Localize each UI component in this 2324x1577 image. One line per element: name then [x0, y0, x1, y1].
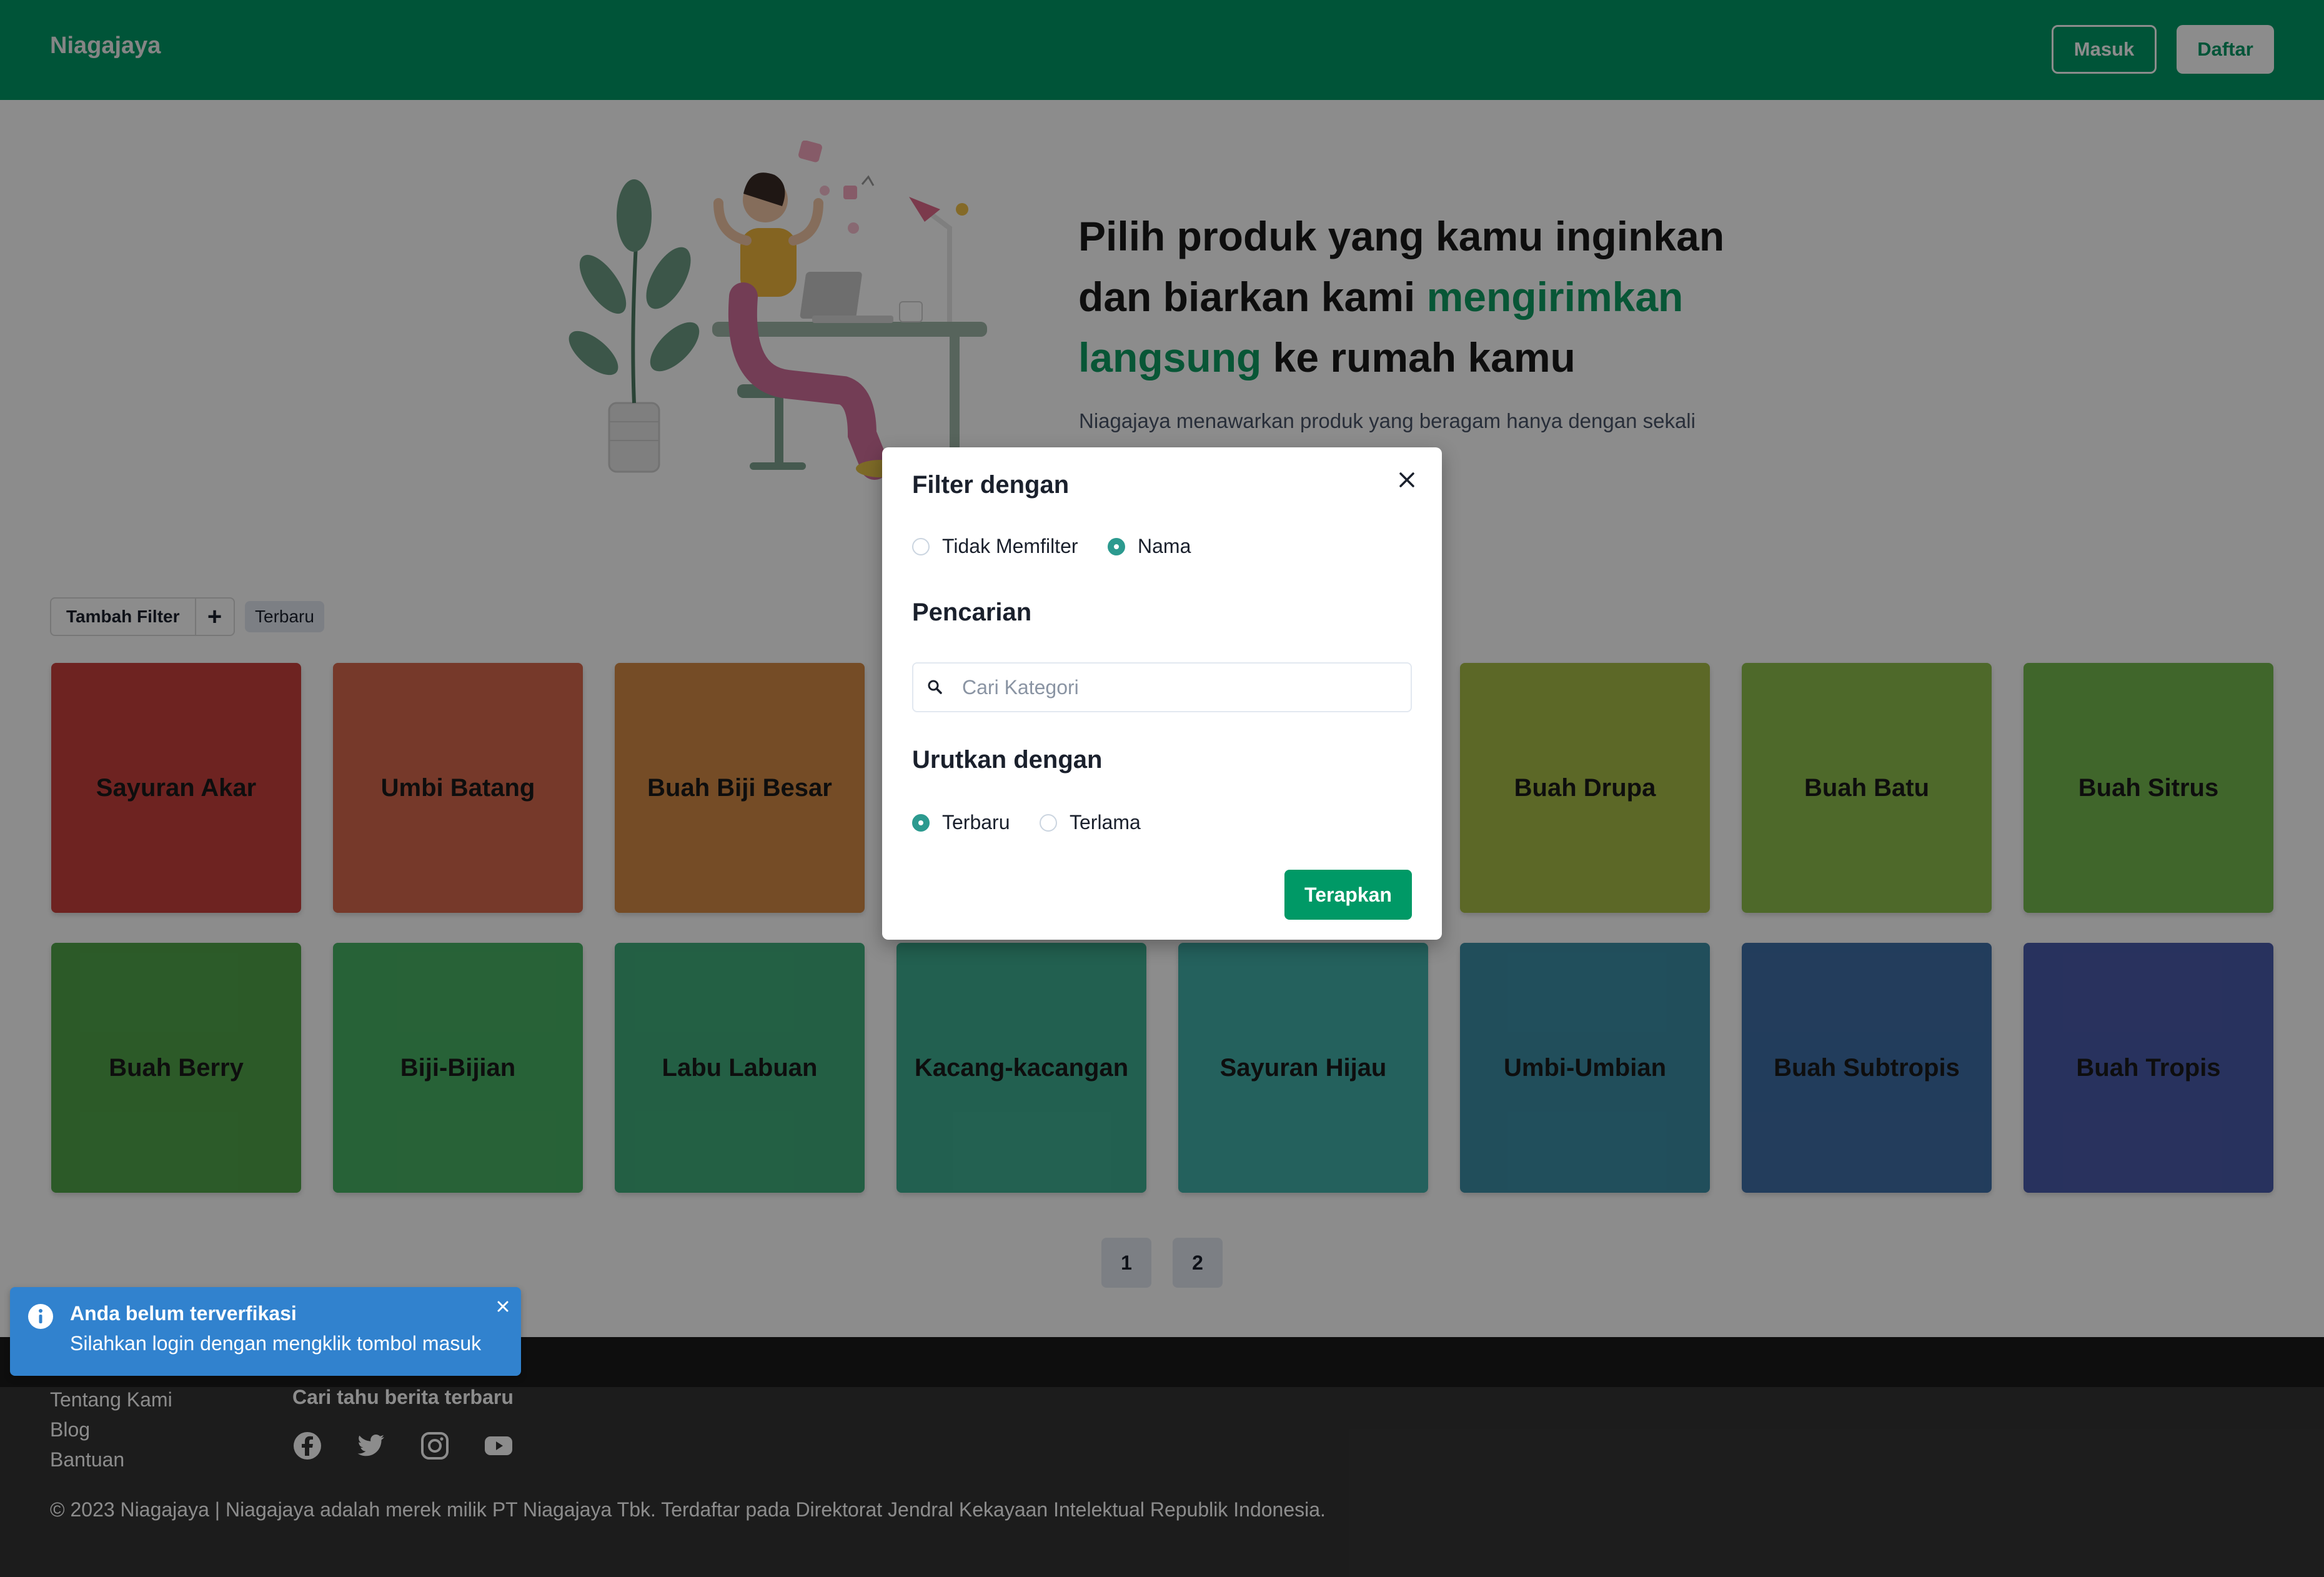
sort-heading: Urutkan dengan	[912, 746, 1103, 774]
radio-label: Terlama	[1070, 811, 1141, 833]
radio-filter-name[interactable]: Nama	[1108, 535, 1191, 558]
radio-label: Terbaru	[942, 811, 1010, 833]
radio-label: Nama	[1138, 535, 1191, 557]
radio-indicator[interactable]	[912, 813, 930, 832]
radio-indicator[interactable]	[1040, 813, 1057, 832]
radio-sort-newest[interactable]: Terbaru	[912, 811, 1010, 834]
info-icon	[28, 1304, 53, 1329]
toast-message: Silahkan login dengan mengklik tombol ma…	[70, 1332, 482, 1355]
radio-indicator[interactable]	[912, 537, 930, 555]
radio-no-filter[interactable]: Tidak Memfilter	[912, 535, 1078, 558]
filter-modal: Filter dengan Tidak Memfilter Nama Penca…	[882, 447, 1442, 940]
close-icon[interactable]	[494, 1297, 512, 1316]
radio-sort-oldest[interactable]: Terlama	[1040, 811, 1141, 834]
radio-label: Tidak Memfilter	[942, 535, 1078, 557]
search-heading: Pencarian	[912, 599, 1032, 626]
apply-button[interactable]: Terapkan	[1284, 870, 1412, 920]
close-icon[interactable]	[1393, 466, 1421, 494]
verification-toast: Anda belum terverfikasi Silahkan login d…	[10, 1287, 521, 1376]
modal-title: Filter dengan	[912, 471, 1070, 499]
category-search-field[interactable]	[912, 662, 1412, 712]
radio-indicator[interactable]	[1108, 537, 1125, 555]
search-icon	[928, 680, 942, 694]
search-input[interactable]	[961, 675, 1363, 700]
toast-title: Anda belum terverfikasi	[70, 1302, 297, 1325]
